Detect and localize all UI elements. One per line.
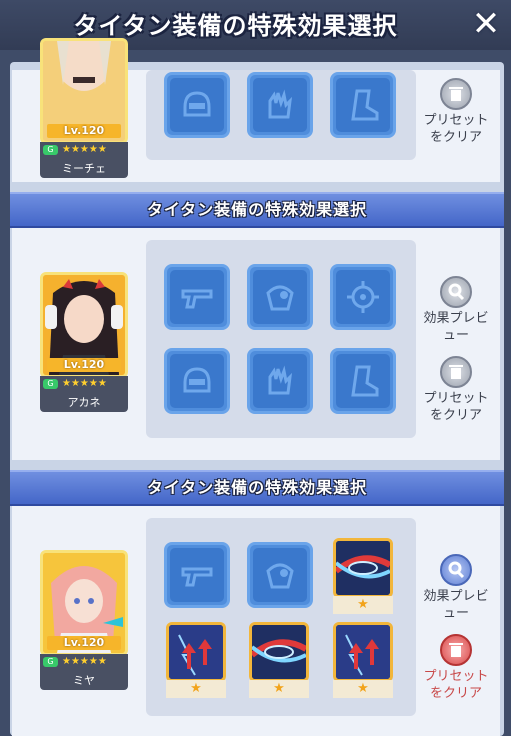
slot-armor[interactable] — [247, 542, 313, 608]
glove-icon — [268, 365, 293, 395]
dialog-title: タイタン装備の特殊効果選択 — [73, 12, 398, 40]
character-level: Lv.120 — [47, 358, 121, 372]
gear-badge-icon: G — [43, 657, 58, 667]
character-name: アカネ — [67, 396, 101, 409]
clear-preset-label: プリセット をクリア — [423, 669, 489, 701]
section-title: タイタン装備の特殊効果選択 — [146, 478, 368, 497]
chip-star-icon: ★ — [166, 680, 226, 698]
armor-icon — [266, 285, 294, 311]
character-card-akane[interactable]: Lv.120 G ★★★★★ アカネ — [40, 272, 128, 412]
character-info: G ★★★★★ アカネ — [40, 376, 128, 412]
effect-chip-boost[interactable] — [333, 622, 393, 682]
boot-icon — [351, 365, 379, 397]
armor-icon — [266, 563, 294, 589]
slot-boots[interactable] — [330, 72, 396, 138]
boot-icon — [351, 89, 379, 121]
slot-helmet[interactable] — [164, 72, 230, 138]
swirl-effect-icon — [252, 625, 306, 679]
magnifier-icon — [440, 276, 472, 308]
character-info: G ★★★★★ ミヤ — [40, 654, 128, 690]
slot-gloves[interactable] — [247, 348, 313, 414]
clear-preset-label: プリセット をクリア — [423, 113, 489, 145]
effect-preview-label: 効果プレビ ュー — [423, 589, 489, 621]
clear-preset-button-3[interactable]: プリセット をクリア — [418, 634, 494, 702]
gun-icon — [181, 567, 213, 587]
effect-chip-swirl[interactable] — [249, 622, 309, 682]
arrow-up-effect-icon — [336, 625, 390, 679]
star-rating: ★★★★★ — [62, 378, 107, 389]
chip-star-icon: ★ — [249, 680, 309, 698]
slot-module[interactable] — [330, 264, 396, 330]
slot-boots[interactable] — [330, 348, 396, 414]
clear-preset-label: プリセット をクリア — [423, 391, 489, 423]
section-title: タイタン装備の特殊効果選択 — [146, 200, 368, 219]
slot-helmet[interactable] — [164, 348, 230, 414]
effect-preview-button-2[interactable]: 効果プレビ ュー — [418, 276, 494, 344]
chip-star-icon: ★ — [333, 680, 393, 698]
trash-icon — [440, 634, 472, 666]
character-portrait: Lv.120 — [40, 272, 128, 378]
star-rating: ★★★★★ — [62, 144, 107, 155]
character-name: ミーチェ — [62, 162, 106, 175]
slot-weapon[interactable] — [164, 542, 230, 608]
helmet-icon — [183, 91, 211, 117]
effect-chip-swirl[interactable] — [333, 538, 393, 598]
slot-gloves[interactable] — [247, 72, 313, 138]
character-card-miche[interactable]: Lv.120 G ★★★★★ ミーチェ — [40, 38, 128, 178]
character-level: Lv.120 — [47, 636, 121, 650]
character-card-miya[interactable]: Lv.120 G ★★★★★ ミヤ — [40, 550, 128, 690]
slot-armor[interactable] — [247, 264, 313, 330]
character-info: G ★★★★★ ミーチェ — [40, 142, 128, 178]
effect-preview-button-3[interactable]: 効果プレビ ュー — [418, 554, 494, 622]
gear-badge-icon: G — [43, 379, 58, 389]
clear-preset-button-2[interactable]: プリセット をクリア — [418, 356, 494, 424]
magnifier-icon — [440, 554, 472, 586]
slot-weapon[interactable] — [164, 264, 230, 330]
character-portrait: Lv.120 — [40, 550, 128, 656]
effect-preview-label: 効果プレビ ュー — [423, 311, 489, 343]
trash-icon — [440, 78, 472, 110]
character-portrait: Lv.120 — [40, 38, 128, 144]
star-rating: ★★★★★ — [62, 656, 107, 667]
section-header-3: タイタン装備の特殊効果選択 — [10, 470, 504, 506]
glove-icon — [268, 89, 293, 119]
gear-badge-icon: G — [43, 145, 58, 155]
gun-icon — [181, 289, 213, 309]
effect-chip-boost[interactable] — [166, 622, 226, 682]
close-button[interactable]: ✕ — [469, 7, 503, 42]
swirl-effect-icon — [336, 541, 390, 595]
section-header-2: タイタン装備の特殊効果選択 — [10, 192, 504, 228]
arrow-up-effect-icon — [169, 625, 223, 679]
target-icon — [347, 281, 379, 313]
character-level: Lv.120 — [47, 124, 121, 138]
trash-icon — [440, 356, 472, 388]
chip-star-icon: ★ — [333, 596, 393, 614]
clear-preset-button-1[interactable]: プリセット をクリア — [418, 78, 494, 146]
character-name: ミヤ — [73, 674, 95, 687]
helmet-icon — [183, 367, 211, 393]
